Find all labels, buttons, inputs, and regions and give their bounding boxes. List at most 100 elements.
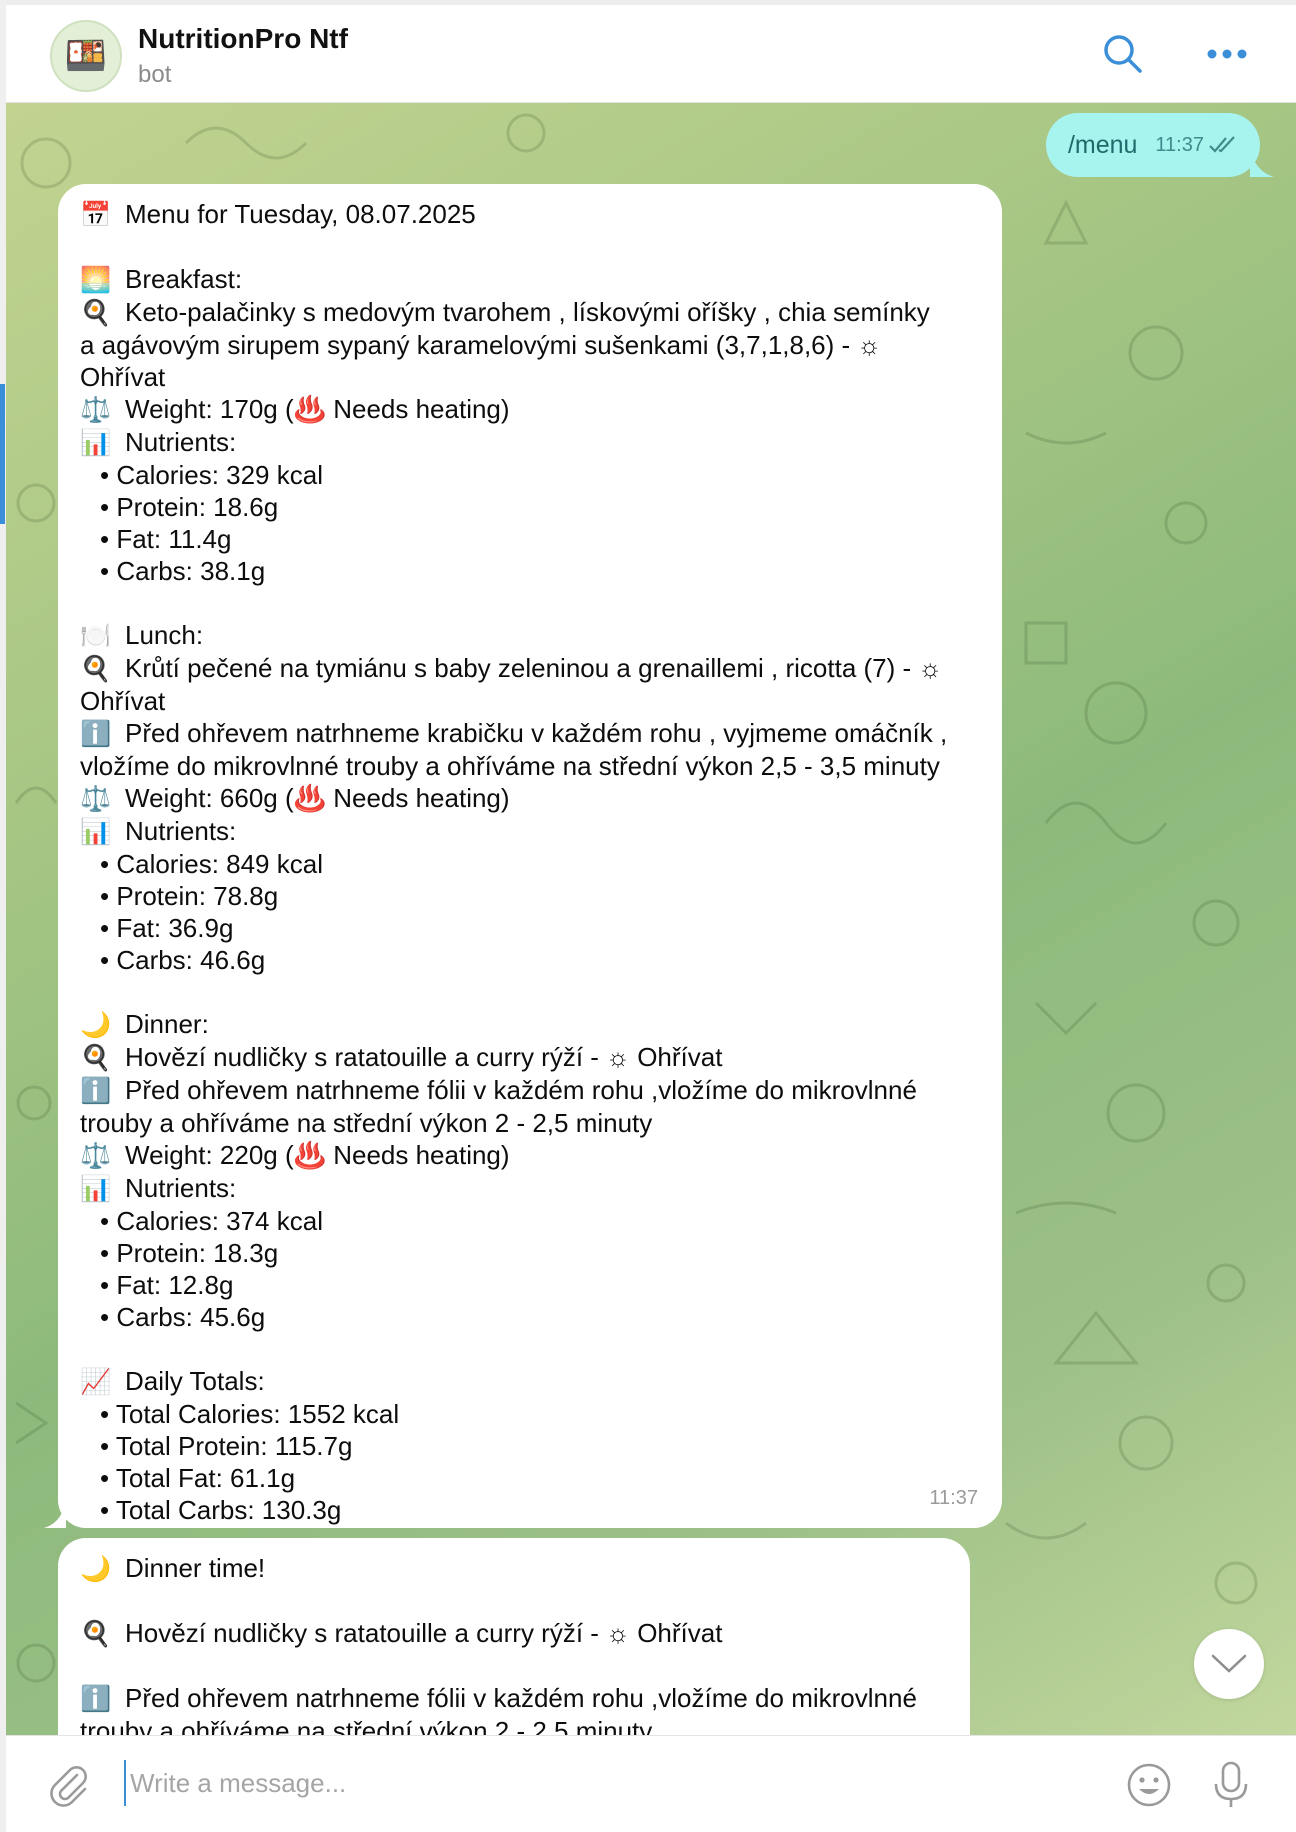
line-emoji-icon: ℹ️ <box>80 1077 112 1105</box>
line-text: a agávovým sirupem sypaný karamelovými s… <box>80 330 882 360</box>
more-button[interactable] <box>1202 29 1252 79</box>
bullet-line: • Fat: 11.4g <box>80 523 980 555</box>
bullet-line: • Carbs: 46.6g <box>80 944 980 976</box>
line-text: Daily Totals: <box>125 1366 265 1396</box>
message-line: 📅 Menu for Tuesday, 08.07.2025 <box>80 198 980 231</box>
line-text: Breakfast: <box>125 264 243 294</box>
line-text: Nutrients: <box>125 816 237 846</box>
attach-button[interactable] <box>42 1758 96 1812</box>
line-emoji-icon: ⚖️ <box>80 396 112 424</box>
message-line: 🍽️ Lunch: <box>80 619 980 652</box>
message-line: ℹ️ Před ohřevem natrhneme krabičku v každ… <box>80 717 980 750</box>
outgoing-message-text: /menu <box>1067 130 1138 159</box>
line-emoji-icon: ℹ️ <box>80 1685 112 1713</box>
more-icon <box>1207 49 1247 59</box>
menu-message-body: 📅 Menu for Tuesday, 08.07.2025 🌅 Breakfast:… <box>80 198 980 1526</box>
bullet-line: • Protein: 18.6g <box>80 491 980 523</box>
emoji-icon <box>1127 1763 1171 1807</box>
line-text: trouby a ohříváme na střední výkon 2 - 2… <box>80 1108 653 1138</box>
line-text: • Total Fat: 61.1g <box>100 1463 296 1493</box>
line-text: Nutrients: <box>125 427 237 457</box>
incoming-message-dinner-reminder[interactable]: 🌙 Dinner time! 🍳 Hovězí nudličky s ratatoui… <box>58 1538 970 1735</box>
line-emoji-icon: 🍳 <box>80 299 112 327</box>
line-text: Weight: 220g (♨️ Needs heating) <box>125 1140 510 1170</box>
bullet-line: • Total Fat: 61.1g <box>80 1462 980 1494</box>
line-text: Hovězí nudličky s ratatouille a curry rý… <box>125 1042 723 1072</box>
bullet-line: • Total Calories: 1552 kcal <box>80 1398 980 1430</box>
line-text: • Protein: 78.8g <box>100 881 279 911</box>
chat-title[interactable]: NutritionPro Ntf <box>138 23 348 55</box>
line-emoji-icon: 🌅 <box>80 266 112 294</box>
bullet-line: • Protein: 18.3g <box>80 1237 980 1269</box>
line-text: • Fat: 11.4g <box>100 524 232 554</box>
incoming-message-menu[interactable]: 📅 Menu for Tuesday, 08.07.2025 🌅 Breakfast:… <box>58 184 1002 1528</box>
bullet-line: • Fat: 12.8g <box>80 1269 980 1301</box>
message-line: vložíme do mikrovlnné trouby a ohříváme … <box>80 750 980 782</box>
emoji-button[interactable] <box>1122 1758 1176 1812</box>
bullet-line: • Calories: 374 kcal <box>80 1205 980 1237</box>
chat-header: 🍱 NutritionPro Ntf bot <box>6 5 1296 103</box>
incoming-message-time: 11:37 <box>929 1487 978 1509</box>
scroll-to-bottom-button[interactable] <box>1194 1629 1264 1699</box>
voice-message-button[interactable] <box>1204 1758 1258 1812</box>
message-composer <box>6 1735 1296 1832</box>
line-emoji-icon: 📈 <box>80 1368 112 1396</box>
line-text: Krůtí pečené na tymiánu s baby zeleninou… <box>125 653 943 683</box>
line-text: • Carbs: 46.6g <box>100 945 266 975</box>
dinner-reminder-body: 🌙 Dinner time! 🍳 Hovězí nudličky s ratatoui… <box>80 1552 948 1735</box>
chat-area[interactable]: /menu 11:37 📅 Menu for Tuesday, 08.07.202… <box>6 103 1296 1735</box>
message-line: 📊 Nutrients: <box>80 1172 980 1205</box>
bot-avatar[interactable]: 🍱 <box>50 20 122 92</box>
line-emoji-icon: 🍳 <box>80 1044 112 1072</box>
line-text: • Carbs: 45.6g <box>100 1302 266 1332</box>
line-text: Dinner: <box>125 1009 209 1039</box>
line-text: • Calories: 374 kcal <box>100 1206 323 1236</box>
bullet-line: • Total Carbs: 130.3g <box>80 1494 980 1526</box>
line-emoji-icon: 🌙 <box>80 1011 112 1039</box>
line-emoji-icon: 📊 <box>80 1175 112 1203</box>
line-emoji-icon: 📅 <box>80 201 112 229</box>
line-text: trouby a ohříváme na střední výkon 2 - 2… <box>80 1716 653 1735</box>
line-text: • Calories: 329 kcal <box>100 460 323 490</box>
message-input[interactable] <box>124 1760 1032 1806</box>
message-line: 🌙 Dinner: <box>80 1008 980 1041</box>
bullet-line: • Fat: 36.9g <box>80 912 980 944</box>
line-emoji-icon: 🍳 <box>80 655 112 683</box>
avatar-emoji: 🍱 <box>64 37 108 75</box>
message-line: 📊 Nutrients: <box>80 815 980 848</box>
line-text: • Calories: 849 kcal <box>100 849 323 879</box>
incoming-bubble-tail <box>44 1496 66 1528</box>
line-text: • Fat: 36.9g <box>100 913 234 943</box>
line-text: • Carbs: 38.1g <box>100 556 266 586</box>
line-emoji-icon: 📊 <box>80 818 112 846</box>
message-line: 🍳 Keto-palačinky s medovým tvarohem , lís… <box>80 296 980 329</box>
message-line: 🍳 Krůtí pečené na tymiánu s baby zelenino… <box>80 652 980 685</box>
search-icon <box>1104 35 1142 73</box>
bullet-line: • Calories: 849 kcal <box>80 848 980 880</box>
line-emoji-icon: ⚖️ <box>80 1142 112 1170</box>
line-text: Ohřívat <box>80 362 166 392</box>
chevron-down-icon <box>1211 1654 1247 1673</box>
line-text: Lunch: <box>125 620 204 650</box>
outgoing-message-bubble[interactable]: /menu 11:37 <box>1045 113 1260 177</box>
search-button[interactable] <box>1098 29 1148 79</box>
message-line: trouby a ohříváme na střední výkon 2 - 2… <box>80 1107 980 1139</box>
line-text: Menu for Tuesday, 08.07.2025 <box>125 199 476 229</box>
line-text: • Total Calories: 1552 kcal <box>100 1399 400 1429</box>
message-line: ℹ️ Před ohřevem natrhneme fólii v každém … <box>80 1074 980 1107</box>
line-emoji-icon: 🌙 <box>80 1555 112 1583</box>
message-line: Ohřívat <box>80 685 980 717</box>
message-line: 🍳 Hovězí nudličky s ratatouille a curry r… <box>80 1041 980 1074</box>
bullet-line: • Total Protein: 115.7g <box>80 1430 980 1462</box>
bullet-line: • Carbs: 45.6g <box>80 1301 980 1333</box>
message-line: ⚖️ Weight: 170g (♨️ Needs heating) <box>80 393 980 426</box>
message-line: a agávovým sirupem sypaný karamelovými s… <box>80 329 980 361</box>
message-line: 🍳 Hovězí nudličky s ratatouille a curry r… <box>80 1617 948 1650</box>
double-check-icon <box>1208 136 1238 154</box>
outgoing-bubble-tail <box>1250 147 1274 177</box>
line-text: Před ohřevem natrhneme fólii v každém ro… <box>125 1683 917 1713</box>
